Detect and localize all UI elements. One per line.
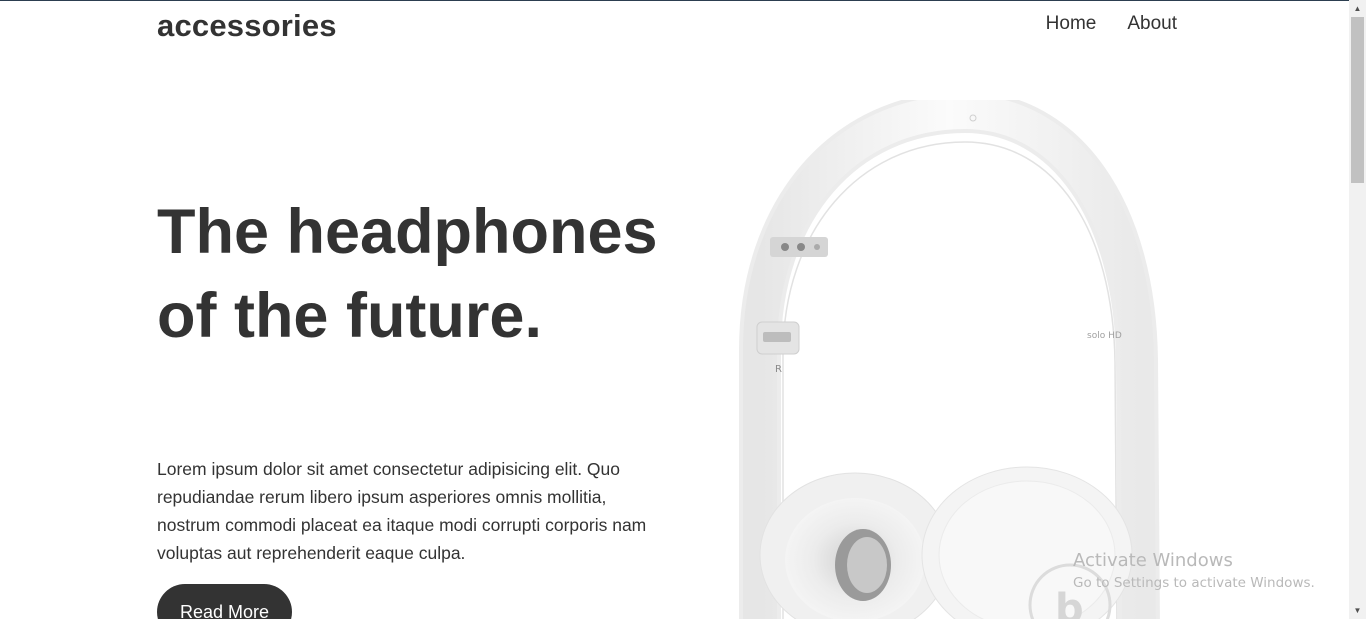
nav-link-home[interactable]: Home: [1046, 13, 1097, 35]
scroll-down-icon[interactable]: ▼: [1349, 602, 1366, 619]
vertical-scrollbar[interactable]: ▲ ▼: [1349, 0, 1366, 619]
scrollbar-thumb[interactable]: [1351, 17, 1364, 183]
windows-activation-watermark: Activate Windows Go to Settings to activ…: [1073, 550, 1315, 593]
read-more-button[interactable]: Read More: [157, 584, 292, 619]
site-logo[interactable]: accessories: [157, 8, 337, 44]
side-label: R: [775, 364, 782, 375]
nav-link-about[interactable]: About: [1127, 13, 1177, 35]
watermark-subtitle: Go to Settings to activate Windows.: [1073, 575, 1315, 591]
hero-headline: The headphones of the future.: [157, 197, 658, 351]
scroll-up-icon[interactable]: ▲: [1349, 0, 1366, 17]
hero-description: Lorem ipsum dolor sit amet consectetur a…: [157, 459, 647, 563]
watermark-title: Activate Windows: [1073, 550, 1233, 571]
headphones-image: R solo HD b: [739, 100, 1160, 619]
model-label: solo HD: [1087, 331, 1122, 341]
main-nav: Home About: [1046, 13, 1177, 35]
top-border: [0, 0, 1349, 1]
page: accessories Home About The headphones of…: [0, 0, 1349, 619]
